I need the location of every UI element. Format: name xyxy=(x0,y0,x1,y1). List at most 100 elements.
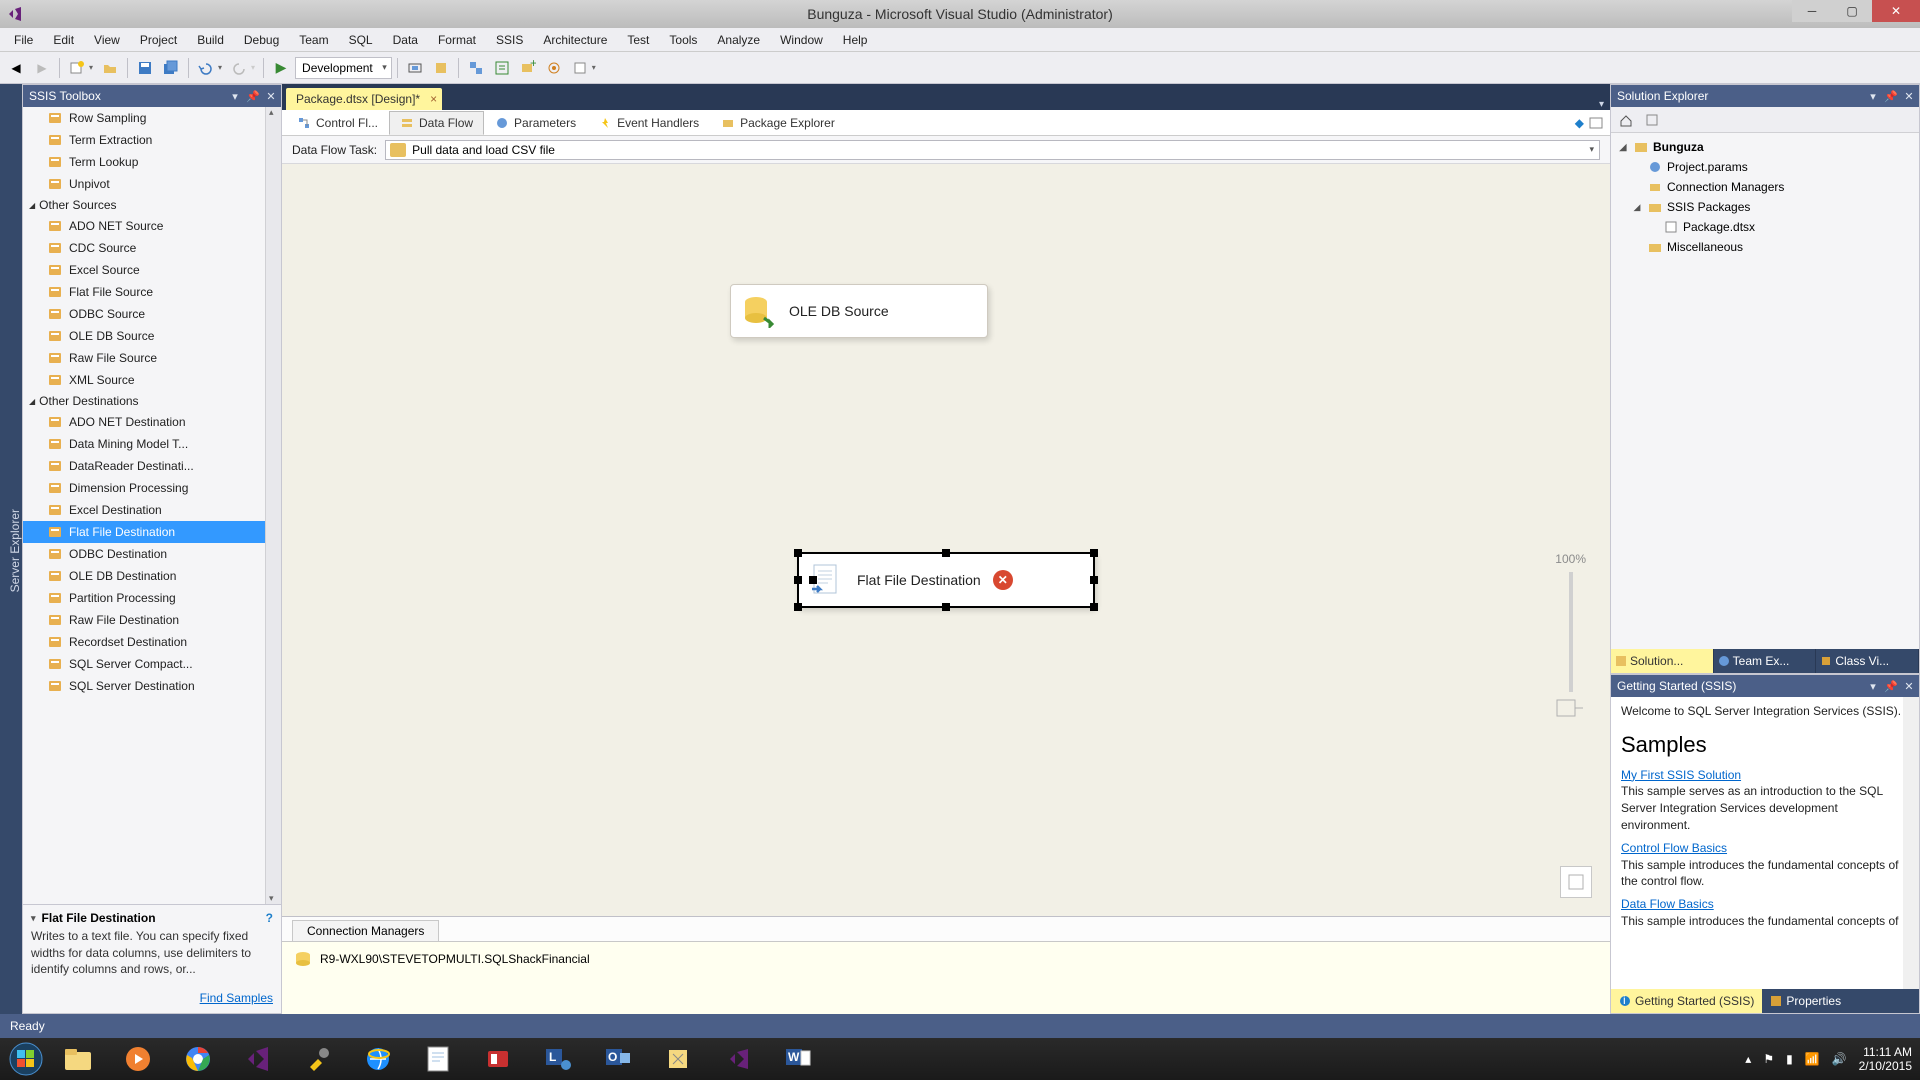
menu-window[interactable]: Window xyxy=(770,30,833,50)
menu-build[interactable]: Build xyxy=(187,30,234,50)
sample-link-1[interactable]: My First SSIS Solution xyxy=(1621,767,1909,784)
lync-taskbar[interactable]: L xyxy=(530,1040,586,1078)
close-button[interactable]: ✕ xyxy=(1872,0,1920,22)
outlook-taskbar[interactable]: O xyxy=(590,1040,646,1078)
toolbox-item[interactable]: DataReader Destinati... xyxy=(23,455,281,477)
server-explorer-tab[interactable]: Server Explorer xyxy=(8,505,22,596)
toolbox-item[interactable]: OLE DB Source xyxy=(23,325,281,347)
vs2-taskbar[interactable] xyxy=(710,1040,766,1078)
misc-folder[interactable]: Miscellaneous xyxy=(1613,237,1917,257)
ssdt-taskbar[interactable] xyxy=(650,1040,706,1078)
toolbox-scrollbar[interactable] xyxy=(265,107,281,904)
toolbox-item[interactable]: Term Lookup xyxy=(23,151,281,173)
word-taskbar[interactable]: W xyxy=(770,1040,826,1078)
toolbox-item[interactable]: ODBC Destination xyxy=(23,543,281,565)
getting-started-tab[interactable]: iGetting Started (SSIS) xyxy=(1611,989,1762,1013)
start-button[interactable] xyxy=(4,1040,48,1078)
help-button[interactable]: ◆ xyxy=(1575,116,1584,130)
toolbox-item[interactable]: Row Sampling xyxy=(23,107,281,129)
gs-scrollbar[interactable] xyxy=(1903,697,1919,989)
toolbox-item[interactable]: Excel Source xyxy=(23,259,281,281)
red-app-taskbar[interactable] xyxy=(470,1040,526,1078)
tab-close-icon[interactable]: × xyxy=(430,92,437,106)
toolbox-item[interactable]: XML Source xyxy=(23,369,281,391)
toolbox-item[interactable]: OLE DB Destination xyxy=(23,565,281,587)
designer-tab-param[interactable]: Parameters xyxy=(484,111,587,135)
find-samples-link[interactable]: Find Samples xyxy=(31,991,273,1005)
flatfile-dest-shape[interactable]: Flat File Destination ✕ xyxy=(797,552,1095,608)
design-canvas[interactable]: OLE DB Source Flat File Destination ✕ 10… xyxy=(282,164,1610,916)
conn-managers-node[interactable]: Connection Managers xyxy=(1613,177,1917,197)
toolbox-item[interactable]: Raw File Source xyxy=(23,347,281,369)
team-explorer-tab[interactable]: Team Ex... xyxy=(1714,649,1817,673)
project-params-node[interactable]: Project.params xyxy=(1613,157,1917,177)
new-project-button[interactable] xyxy=(65,56,89,80)
toolbox-item[interactable]: ODBC Source xyxy=(23,303,281,325)
designer-tab-control[interactable]: Control Fl... xyxy=(286,111,389,135)
solution-explorer-tab[interactable]: Solution... xyxy=(1611,649,1714,673)
save-all-button[interactable] xyxy=(159,56,183,80)
panel-dropdown-icon[interactable]: ▾ xyxy=(1865,678,1881,694)
action-center-icon[interactable]: ⚑ xyxy=(1763,1052,1774,1066)
menu-team[interactable]: Team xyxy=(289,30,338,50)
panel-pin-icon[interactable]: 📌 xyxy=(1883,678,1899,694)
toolbox-item[interactable]: SQL Server Destination xyxy=(23,675,281,697)
oledb-source-shape[interactable]: OLE DB Source xyxy=(730,284,988,338)
volume-icon[interactable]: 🔊 xyxy=(1832,1052,1847,1066)
variables-button[interactable] xyxy=(464,56,488,80)
dataflow-task-combo[interactable]: Pull data and load CSV file xyxy=(385,140,1600,160)
designer-tab-pkg[interactable]: Package Explorer xyxy=(710,111,846,135)
new-conn-button[interactable]: + xyxy=(516,56,540,80)
redo-dropdown[interactable]: ▾ xyxy=(251,63,258,72)
designer-tab-dataflow[interactable]: Data Flow xyxy=(389,111,484,135)
panel-close-icon[interactable]: ✕ xyxy=(1901,88,1917,104)
new-dropdown[interactable]: ▾ xyxy=(89,63,96,72)
undo-dropdown[interactable]: ▾ xyxy=(218,63,225,72)
network-icon[interactable]: 📶 xyxy=(1805,1052,1820,1066)
menu-data[interactable]: Data xyxy=(383,30,428,50)
sample-link-2[interactable]: Control Flow Basics xyxy=(1621,840,1909,857)
notepad-taskbar[interactable] xyxy=(410,1040,466,1078)
toolbox-item[interactable]: Recordset Destination xyxy=(23,631,281,653)
toolbox-item[interactable]: Flat File Source xyxy=(23,281,281,303)
nav-back-button[interactable]: ◀ xyxy=(4,56,28,80)
layout-button[interactable] xyxy=(1588,116,1604,130)
nav-forward-button[interactable]: ▶ xyxy=(30,56,54,80)
class-view-tab[interactable]: Class Vi... xyxy=(1816,649,1919,673)
toolbox-group[interactable]: Other Destinations xyxy=(23,391,281,411)
designer-tab-event[interactable]: Event Handlers xyxy=(587,111,710,135)
minimize-button[interactable]: ─ xyxy=(1792,0,1832,22)
menu-analyze[interactable]: Analyze xyxy=(707,30,770,50)
menu-format[interactable]: Format xyxy=(428,30,486,50)
clock[interactable]: 11:11 AM 2/10/2015 xyxy=(1859,1045,1912,1074)
log-events-button[interactable] xyxy=(490,56,514,80)
toolbox-item[interactable]: Data Mining Model T... xyxy=(23,433,281,455)
tray-up-icon[interactable]: ▴ xyxy=(1745,1052,1751,1066)
start-button[interactable]: ▶ xyxy=(269,56,293,80)
toolbox-item[interactable]: Raw File Destination xyxy=(23,609,281,631)
panel-close-icon[interactable]: ✕ xyxy=(1901,678,1917,694)
vs-taskbar[interactable] xyxy=(230,1040,286,1078)
menu-sql[interactable]: SQL xyxy=(339,30,383,50)
config-combo[interactable]: Development xyxy=(295,57,392,79)
properties-tab[interactable]: Properties xyxy=(1762,989,1849,1013)
explorer-taskbar[interactable] xyxy=(50,1040,106,1078)
toolbox-item[interactable]: Dimension Processing xyxy=(23,477,281,499)
connection-item[interactable]: R9-WXL90\STEVETOPMULTI.SQLShackFinancial xyxy=(294,950,1598,968)
toolbox-item[interactable]: Unpivot xyxy=(23,173,281,195)
toolbox-item[interactable]: ADO NET Destination xyxy=(23,411,281,433)
menu-ssis[interactable]: SSIS xyxy=(486,30,533,50)
ssis-tool-button[interactable] xyxy=(542,56,566,80)
tools-taskbar[interactable] xyxy=(290,1040,346,1078)
package-node[interactable]: Package.dtsx xyxy=(1613,217,1917,237)
ie-taskbar[interactable] xyxy=(350,1040,406,1078)
chrome-taskbar[interactable] xyxy=(170,1040,226,1078)
maximize-button[interactable]: ▢ xyxy=(1832,0,1872,22)
help-icon[interactable]: ? xyxy=(266,911,273,925)
menu-edit[interactable]: Edit xyxy=(43,30,84,50)
toolbox-button[interactable] xyxy=(568,56,592,80)
zoom-control[interactable]: 100% xyxy=(1555,552,1586,718)
menu-architecture[interactable]: Architecture xyxy=(533,30,617,50)
open-button[interactable] xyxy=(98,56,122,80)
menu-view[interactable]: View xyxy=(84,30,130,50)
